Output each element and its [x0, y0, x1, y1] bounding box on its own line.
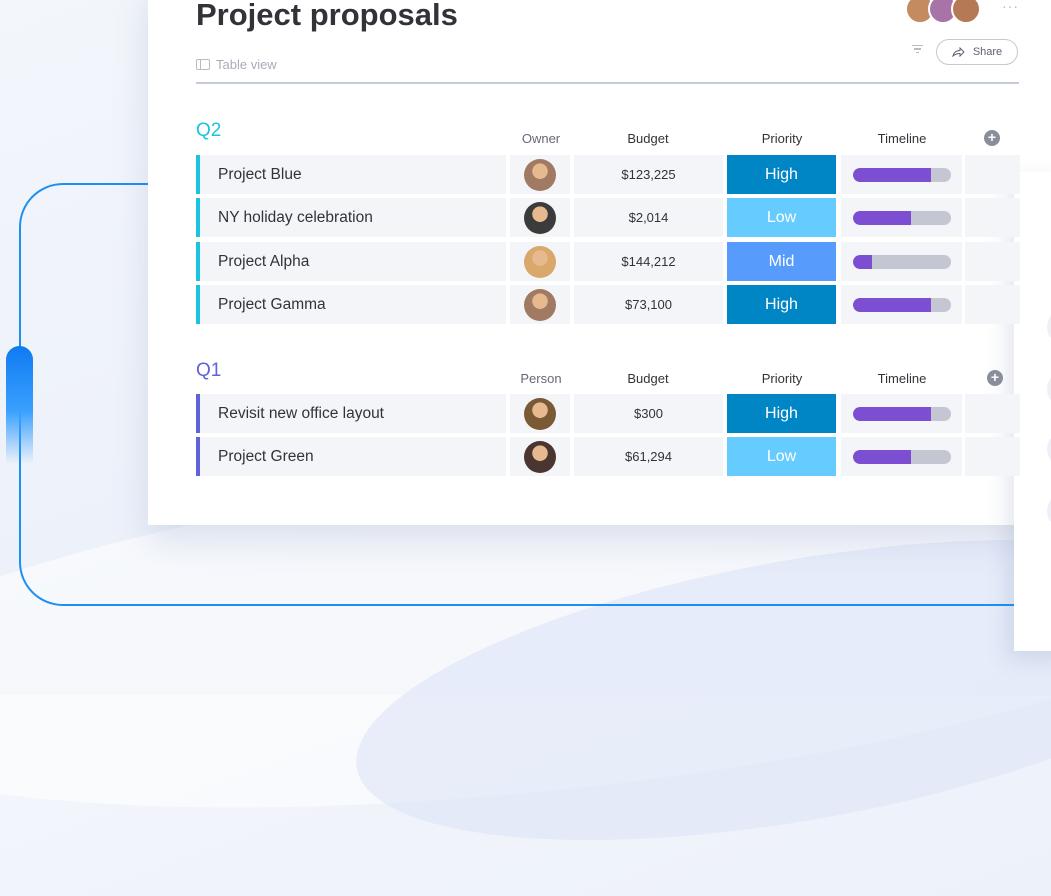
column-header-owner[interactable]: Owner	[510, 131, 572, 146]
item-name[interactable]: Project Blue	[196, 155, 506, 194]
owner-cell[interactable]	[510, 285, 570, 324]
empty-cell	[965, 242, 1020, 281]
timeline-progress	[852, 406, 931, 421]
owner-cell[interactable]	[510, 394, 570, 433]
column-header-priority[interactable]: Priority	[727, 131, 837, 146]
avatar	[524, 201, 556, 234]
empty-cell	[965, 437, 1020, 476]
timeline-cell[interactable]	[841, 437, 962, 476]
empty-cell	[965, 198, 1020, 237]
timeline-cell[interactable]	[841, 242, 962, 281]
share-arrow-icon	[952, 47, 965, 57]
item-name[interactable]: Project Green	[196, 437, 506, 476]
share-button[interactable]: Share	[936, 39, 1018, 65]
timeline-cell[interactable]	[841, 198, 962, 237]
item-name[interactable]: Revisit new office layout	[196, 394, 506, 433]
column-header-timeline[interactable]: Timeline	[842, 131, 962, 146]
budget-cell[interactable]: $2,014	[574, 198, 723, 237]
avatar[interactable]	[951, 0, 981, 24]
budget-cell[interactable]: $300	[574, 394, 723, 433]
timeline-bar	[852, 449, 951, 464]
board-members[interactable]	[905, 0, 981, 24]
avatar	[524, 288, 556, 321]
timeline-progress	[852, 297, 931, 312]
budget-cell[interactable]: $61,294	[574, 437, 723, 476]
timeline-cell[interactable]	[841, 155, 962, 194]
avatar	[524, 397, 556, 430]
side-panel-dot	[1047, 312, 1051, 342]
priority-status[interactable]: High	[727, 155, 836, 194]
owner-cell[interactable]	[510, 198, 570, 237]
column-header-budget[interactable]: Budget	[578, 131, 718, 146]
timeline-bar	[852, 167, 951, 182]
timeline-progress	[852, 210, 912, 225]
owner-cell[interactable]	[510, 242, 570, 281]
priority-status[interactable]: Mid	[727, 242, 836, 281]
timeline-cell[interactable]	[841, 285, 962, 324]
empty-cell	[965, 285, 1020, 324]
avatar	[524, 440, 556, 473]
priority-status[interactable]: Low	[727, 437, 836, 476]
side-panel-dot	[1047, 374, 1051, 404]
more-options-icon[interactable]: ···	[1002, 0, 1019, 14]
side-panel-dot	[1047, 496, 1051, 526]
filter-icon[interactable]	[912, 45, 923, 55]
connector-glow	[6, 346, 33, 464]
priority-status[interactable]: Low	[727, 198, 836, 237]
tab-table-view[interactable]: Table view	[196, 57, 277, 72]
timeline-bar	[852, 254, 951, 269]
timeline-cell[interactable]	[841, 394, 962, 433]
column-header-priority[interactable]: Priority	[727, 371, 837, 386]
owner-cell[interactable]	[510, 155, 570, 194]
budget-cell[interactable]: $144,212	[574, 242, 723, 281]
timeline-bar	[852, 210, 951, 225]
timeline-bar	[852, 297, 951, 312]
empty-cell	[965, 394, 1020, 433]
item-name[interactable]: Project Gamma	[196, 285, 506, 324]
budget-cell[interactable]: $73,100	[574, 285, 723, 324]
column-header-timeline[interactable]: Timeline	[842, 371, 962, 386]
avatar	[524, 158, 556, 191]
group-title[interactable]: Q2	[196, 120, 221, 142]
item-name[interactable]: NY holiday celebration	[196, 198, 506, 237]
add-column-icon[interactable]: +	[987, 370, 1003, 386]
budget-cell[interactable]: $123,225	[574, 155, 723, 194]
owner-cell[interactable]	[510, 437, 570, 476]
tab-label: Table view	[216, 57, 277, 72]
item-name[interactable]: Project Alpha	[196, 242, 506, 281]
table-view-icon	[196, 59, 210, 70]
group-title[interactable]: Q1	[196, 360, 221, 382]
add-column-icon[interactable]: +	[984, 130, 1000, 146]
timeline-progress	[852, 449, 912, 464]
page-title: Project proposals	[196, 0, 458, 32]
column-header-owner[interactable]: Person	[510, 371, 572, 386]
timeline-progress	[852, 254, 873, 269]
priority-status[interactable]: High	[727, 285, 836, 324]
priority-status[interactable]: High	[727, 394, 836, 433]
avatar	[524, 245, 556, 278]
header-divider	[196, 82, 1019, 84]
timeline-progress	[852, 167, 931, 182]
empty-cell	[965, 155, 1020, 194]
column-header-budget[interactable]: Budget	[578, 371, 718, 386]
side-panel-dot	[1047, 434, 1051, 464]
share-label: Share	[972, 46, 1003, 58]
timeline-bar	[852, 406, 951, 421]
